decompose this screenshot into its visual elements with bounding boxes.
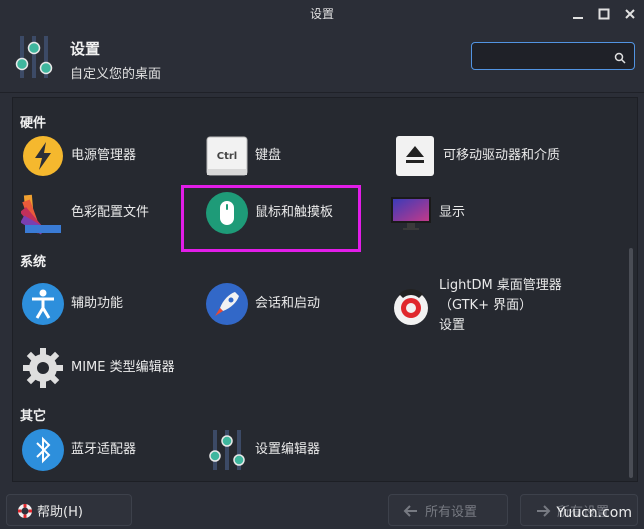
- rocket-icon: [205, 282, 249, 326]
- section-other: 其它: [20, 409, 47, 424]
- settings-sliders-icon: [205, 428, 249, 472]
- item-keyboard[interactable]: Ctrl 键盘: [205, 134, 281, 178]
- item-color-profiles[interactable]: 色彩配置文件: [19, 191, 150, 235]
- keyboard-key-text: Ctrl: [217, 151, 237, 162]
- item-label: LightDM 桌面管理器（GTK+ 界面）: [439, 278, 562, 313]
- item-label: 电源管理器: [71, 148, 137, 163]
- keyboard-key-icon: Ctrl: [205, 134, 249, 178]
- header: 设置 自定义您的桌面: [0, 28, 644, 93]
- page-title: 设置: [70, 40, 101, 58]
- item-power-manager[interactable]: 电源管理器: [21, 134, 136, 178]
- item-label: MIME 类型编辑器: [71, 360, 175, 375]
- monitor-icon: [389, 191, 433, 235]
- help-label: 帮助(H): [37, 504, 83, 520]
- item-label: 蓝牙适配器: [71, 442, 137, 457]
- settings-grid: 硬件 电源管理器 Ctrl 键盘 可移动驱动器和介质 色彩配置文件 鼠标和触摸板…: [12, 97, 638, 482]
- item-accessibility[interactable]: 辅助功能: [21, 282, 123, 326]
- item-session-startup[interactable]: 会话和启动: [205, 282, 320, 326]
- item-label: 设置编辑器: [255, 442, 321, 457]
- eject-icon: [393, 134, 437, 178]
- search-input[interactable]: [471, 42, 635, 70]
- bluetooth-icon: [21, 428, 65, 472]
- footer: 帮助(H) 所有设置 所有设置 Yuucn.com: [0, 486, 644, 529]
- item-label: 辅助功能: [71, 296, 124, 311]
- item-label: 可移动驱动器和介质: [443, 148, 561, 163]
- accessibility-icon: [21, 282, 65, 326]
- gear-icon: [21, 346, 65, 390]
- search-icon: [614, 49, 626, 64]
- item-bluetooth[interactable]: 蓝牙适配器: [21, 428, 136, 472]
- item-label: 显示: [439, 205, 466, 220]
- item-removable-drives[interactable]: 可移动驱动器和介质: [393, 134, 573, 178]
- minimize-icon[interactable]: [572, 8, 584, 20]
- all-settings-label: 所有设置: [425, 504, 478, 520]
- item-label: 会话和启动: [255, 296, 321, 311]
- settings-sliders-icon: [14, 34, 54, 80]
- item-lightdm-settings[interactable]: LightDM 桌面管理器（GTK+ 界面） 设置: [389, 276, 571, 336]
- item-label: 键盘: [255, 148, 282, 163]
- item-display[interactable]: 显示: [389, 191, 465, 235]
- color-palette-icon: [19, 191, 65, 235]
- scrollbar[interactable]: [629, 248, 633, 478]
- page-subtitle: 自定义您的桌面: [70, 67, 162, 82]
- selection-highlight: [181, 185, 361, 252]
- lifebuoy-icon: [17, 503, 33, 523]
- lightning-icon: [21, 134, 65, 178]
- title-bar: 设置: [0, 0, 644, 28]
- window-title: 设置: [309, 7, 334, 21]
- arrow-left-icon: [403, 503, 419, 523]
- all-settings-back-button[interactable]: 所有设置: [388, 494, 508, 526]
- item-label: 色彩配置文件: [71, 205, 150, 220]
- item-label-line2: 设置: [439, 318, 466, 333]
- lightdm-icon: [389, 284, 433, 328]
- item-settings-editor[interactable]: 设置编辑器: [205, 428, 320, 472]
- section-hardware: 硬件: [20, 116, 47, 131]
- item-mime-editor[interactable]: MIME 类型编辑器: [21, 346, 175, 390]
- close-icon[interactable]: [624, 8, 636, 20]
- help-button[interactable]: 帮助(H): [6, 494, 132, 526]
- arrow-right-icon: [535, 503, 551, 523]
- section-system: 系统: [20, 255, 47, 270]
- watermark: Yuucn.com: [556, 505, 632, 521]
- maximize-icon[interactable]: [598, 8, 610, 20]
